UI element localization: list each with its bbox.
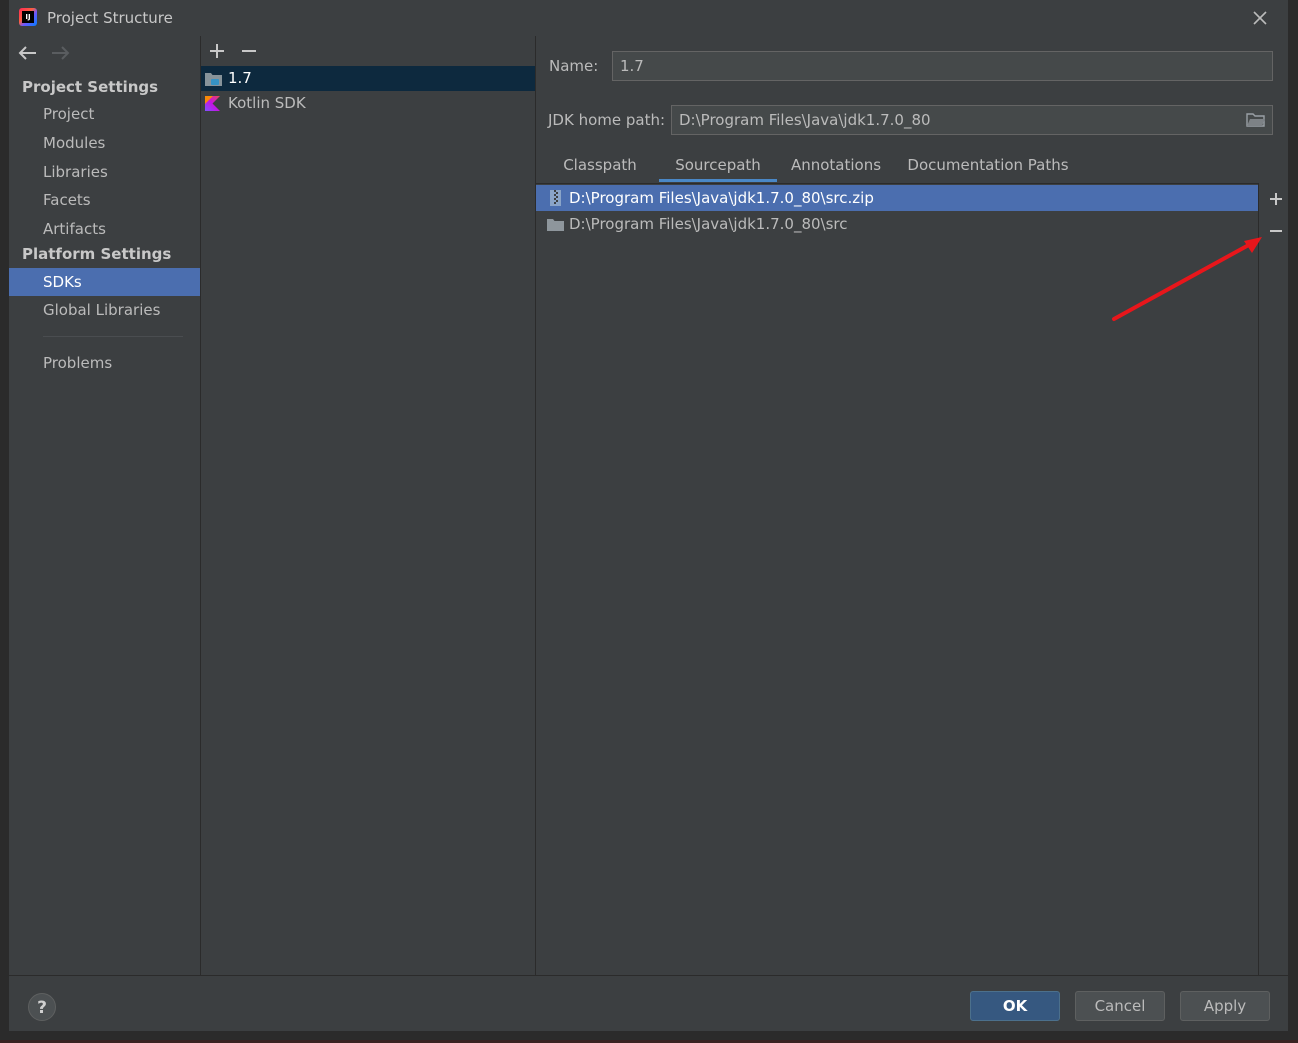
sdk-list: 1.7 Kotlin SDK <box>201 66 535 116</box>
settings-navigation: Project Settings Project Modules Librari… <box>9 36 201 975</box>
app-icon-text: IJ <box>22 11 34 23</box>
annotation-arrow-icon <box>1112 237 1262 321</box>
tab-documentation-paths[interactable]: Documentation Paths <box>900 152 1076 182</box>
nav-item-sdks[interactable]: SDKs <box>9 268 200 296</box>
tab-sourcepath[interactable]: Sourcepath <box>659 152 777 182</box>
back-button[interactable] <box>16 42 40 64</box>
folder-icon <box>547 219 564 231</box>
nav-item-modules[interactable]: Modules <box>9 129 200 157</box>
window-title: Project Structure <box>47 9 173 27</box>
close-icon <box>1253 11 1267 25</box>
jdk-home-path-label: JDK home path: <box>548 111 666 129</box>
add-path-button[interactable] <box>1266 189 1286 209</box>
platform-settings-heading: Platform Settings <box>22 245 172 263</box>
cancel-button[interactable]: Cancel <box>1075 991 1165 1021</box>
sdk-item-kotlin[interactable]: Kotlin SDK <box>201 91 535 116</box>
forward-button[interactable] <box>48 42 72 64</box>
path-item-label: D:\Program Files\Java\jdk1.7.0_80\src.zi… <box>569 189 874 207</box>
plus-icon <box>1270 193 1282 205</box>
sdk-details-panel: Name: 1.7 JDK home path: D:\Program File… <box>536 36 1288 976</box>
minus-icon <box>242 50 256 52</box>
sdk-item-label: Kotlin SDK <box>228 94 306 112</box>
sdk-list-panel: 1.7 Kotlin SDK <box>201 36 536 975</box>
nav-item-problems[interactable]: Problems <box>9 349 200 377</box>
dialog-footer: ? OK Cancel Apply <box>9 975 1288 1032</box>
intellij-app-icon: IJ <box>19 8 37 26</box>
tab-annotations[interactable]: Annotations <box>782 152 890 182</box>
jdk-folder-icon <box>205 73 222 86</box>
archive-icon <box>550 190 561 206</box>
arrow-left-icon <box>18 46 36 60</box>
name-field[interactable]: 1.7 <box>612 51 1273 81</box>
remove-sdk-button[interactable] <box>238 40 260 62</box>
jdk-home-path-field[interactable]: D:\Program Files\Java\jdk1.7.0_80 <box>671 105 1273 135</box>
project-settings-heading: Project Settings <box>22 78 159 96</box>
jdk-home-path-value: D:\Program Files\Java\jdk1.7.0_80 <box>679 111 931 129</box>
tab-classpath[interactable]: Classpath <box>550 152 650 182</box>
project-structure-dialog: IJ Project Structure Project Settings Pr… <box>9 0 1288 1032</box>
arrow-right-icon <box>52 46 70 60</box>
minus-icon <box>1270 230 1282 232</box>
nav-divider <box>43 336 183 337</box>
path-item-src-zip[interactable]: D:\Program Files\Java\jdk1.7.0_80\src.zi… <box>536 185 1258 211</box>
remove-path-button[interactable] <box>1266 221 1286 241</box>
plus-icon <box>210 44 224 58</box>
add-sdk-button[interactable] <box>206 40 228 62</box>
path-item-label: D:\Program Files\Java\jdk1.7.0_80\src <box>569 215 848 233</box>
close-button[interactable] <box>1249 7 1271 29</box>
help-button[interactable]: ? <box>28 993 56 1021</box>
nav-item-artifacts[interactable]: Artifacts <box>9 215 200 243</box>
nav-item-facets[interactable]: Facets <box>9 186 200 214</box>
apply-button[interactable]: Apply <box>1180 991 1270 1021</box>
browse-folder-icon[interactable] <box>1246 112 1266 128</box>
nav-item-global-libraries[interactable]: Global Libraries <box>9 296 200 324</box>
ok-button[interactable]: OK <box>970 991 1060 1021</box>
nav-item-libraries[interactable]: Libraries <box>9 158 200 186</box>
sdk-item-1-7[interactable]: 1.7 <box>201 66 535 91</box>
nav-item-project[interactable]: Project <box>9 100 200 128</box>
name-label: Name: <box>549 57 599 75</box>
kotlin-icon <box>205 96 220 111</box>
title-bar: IJ Project Structure <box>9 0 1288 36</box>
sdk-item-label: 1.7 <box>228 69 252 87</box>
